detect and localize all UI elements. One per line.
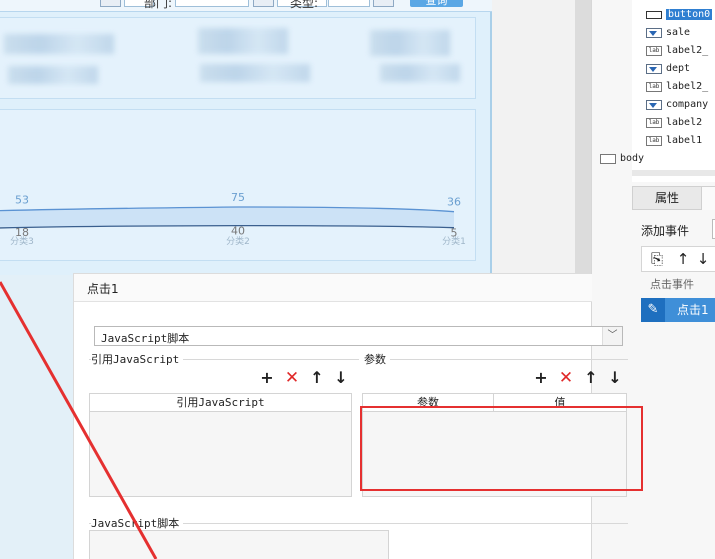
annotation-arrow-line	[0, 281, 158, 559]
